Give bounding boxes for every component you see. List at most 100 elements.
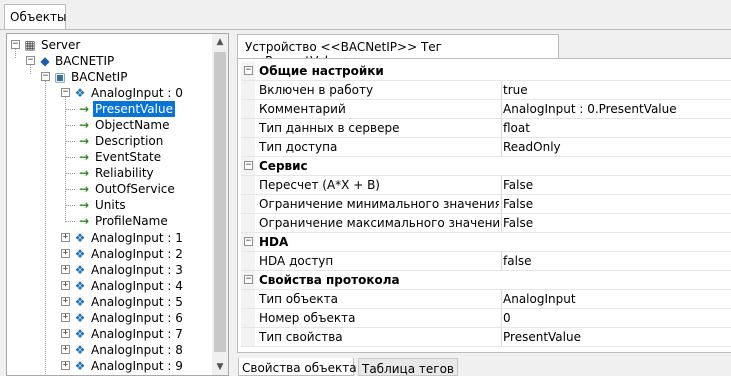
collapse-icon[interactable]: −: [244, 237, 253, 246]
category-protocol[interactable]: − Свойства протокола: [241, 271, 731, 290]
tree-node-object[interactable]: + ❖ AnalogInput : 4: [7, 278, 207, 294]
object-icon: ❖: [74, 343, 86, 357]
property-row[interactable]: Номер объекта 0: [241, 309, 731, 328]
expand-icon[interactable]: +: [61, 313, 70, 322]
tree-node-object[interactable]: + ❖ AnalogInput : 1: [7, 230, 207, 246]
tree-node-property[interactable]: → OutOfService: [7, 181, 207, 197]
scroll-thumb[interactable]: [214, 52, 226, 352]
tree-node-property[interactable]: → ObjectName: [7, 117, 207, 133]
tab-objects[interactable]: Объекты: [4, 4, 66, 30]
property-row[interactable]: Комментарий AnalogInput : 0.PresentValue: [241, 100, 731, 119]
tree-node-device[interactable]: − ▣ BACNetIP: [7, 69, 207, 85]
tree-node-label: Server: [41, 38, 81, 52]
tree-guide: [65, 173, 75, 174]
property-value[interactable]: False: [501, 176, 731, 194]
tab-tag-table[interactable]: Таблица тегов: [358, 358, 458, 376]
tree-guide: [65, 125, 75, 126]
property-row[interactable]: Включен в работу true: [241, 81, 731, 100]
collapse-icon[interactable]: −: [244, 66, 253, 75]
tree-scrollbar[interactable]: ▲ ▼: [212, 34, 228, 375]
property-value[interactable]: float: [501, 119, 731, 137]
tree-node-label: AnalogInput : 5: [91, 295, 183, 309]
tree-node-property[interactable]: → ProfileName: [7, 213, 207, 229]
property-row[interactable]: Пересчет (A*X + B) False: [241, 176, 731, 195]
tree-node-property[interactable]: → EventState: [7, 149, 207, 165]
property-grid[interactable]: − Общие настройки Включен в работу true …: [241, 62, 731, 347]
device-icon: ▣: [54, 70, 66, 84]
tree-node-label: BACNETIP: [55, 54, 115, 68]
property-arrow-icon: →: [78, 118, 90, 132]
expand-icon[interactable]: +: [61, 297, 70, 306]
property-name: Комментарий: [259, 102, 346, 116]
category-hda[interactable]: − HDA: [241, 233, 731, 252]
scroll-up-icon[interactable]: ▲: [212, 34, 228, 50]
object-icon: ❖: [74, 247, 86, 261]
tree-node-label: Description: [95, 134, 164, 148]
collapse-icon[interactable]: −: [61, 88, 70, 97]
expand-icon[interactable]: +: [61, 361, 70, 370]
property-row[interactable]: Тип свойства PresentValue: [241, 328, 731, 347]
property-row[interactable]: Тип данных в сервере float: [241, 119, 731, 138]
expand-icon[interactable]: +: [61, 265, 70, 274]
collapse-icon[interactable]: −: [26, 56, 35, 65]
property-arrow-icon: →: [78, 198, 90, 212]
tree-node-object[interactable]: − ❖ AnalogInput : 0: [7, 85, 207, 101]
property-row[interactable]: Ограничение максимального значения False: [241, 214, 731, 233]
property-value[interactable]: AnalogInput : 0.PresentValue: [501, 100, 731, 118]
tree-node-object[interactable]: + ❖ AnalogInput : 6: [7, 310, 207, 326]
property-row[interactable]: Тип объекта AnalogInput: [241, 290, 731, 309]
tree-node-property[interactable]: → Reliability: [7, 165, 207, 181]
tree-node-object[interactable]: + ❖ AnalogInput : 8: [7, 342, 207, 358]
collapse-icon[interactable]: −: [244, 275, 253, 284]
scroll-down-icon[interactable]: ▼: [212, 359, 228, 375]
property-value[interactable]: AnalogInput: [501, 290, 731, 308]
tree-node-property[interactable]: → PresentValue: [7, 101, 207, 117]
property-value[interactable]: False: [501, 195, 731, 213]
tree-node-object[interactable]: + ❖ AnalogInput : 9: [7, 358, 207, 374]
tree-node-label: AnalogInput : 1: [91, 231, 183, 245]
tree-node-object[interactable]: + ❖ AnalogInput : 7: [7, 326, 207, 342]
tree-node-property[interactable]: → Description: [7, 133, 207, 149]
tree-guide: [65, 221, 75, 222]
expand-icon[interactable]: +: [61, 249, 70, 258]
tree-node-object[interactable]: + ❖ AnalogInput : 2: [7, 246, 207, 262]
expand-icon[interactable]: +: [61, 281, 70, 290]
tree-node-label: AnalogInput : 2: [91, 247, 183, 261]
tree-node-server[interactable]: − ▦ Server: [7, 37, 207, 53]
property-value[interactable]: false: [501, 252, 731, 270]
tree-node-object[interactable]: + ❖ AnalogInput : 3: [7, 262, 207, 278]
property-value[interactable]: PresentValue: [501, 328, 731, 346]
property-value[interactable]: true: [501, 81, 731, 99]
property-row[interactable]: HDA доступ false: [241, 252, 731, 271]
tree-node-property[interactable]: → Units: [7, 197, 207, 213]
property-value[interactable]: ReadOnly: [501, 138, 731, 156]
property-value[interactable]: 0: [501, 309, 731, 327]
object-icon: ❖: [74, 327, 86, 341]
category-service[interactable]: − Сервис: [241, 157, 731, 176]
tree-node-network[interactable]: − ◆ BACNETIP: [7, 53, 207, 69]
tab-object-properties[interactable]: Свойства объекта: [238, 358, 357, 376]
tree-node-label: ProfileName: [95, 214, 168, 228]
expand-icon[interactable]: +: [61, 233, 70, 242]
tree-node-label: Units: [95, 198, 126, 212]
property-row[interactable]: Тип доступа ReadOnly: [241, 138, 731, 157]
tab-device-tag[interactable]: Устройство <<BACNetIP>> Тег <<PresentVal…: [237, 34, 559, 68]
property-arrow-icon: →: [78, 214, 90, 228]
category-general[interactable]: − Общие настройки: [241, 62, 731, 81]
collapse-icon[interactable]: −: [11, 40, 20, 49]
property-name: Тип доступа: [259, 140, 338, 154]
property-value[interactable]: False: [501, 214, 731, 232]
expand-icon[interactable]: +: [61, 345, 70, 354]
category-label: Общие настройки: [259, 64, 384, 78]
object-tree[interactable]: − ▦ Server − ◆ BACNETIP − ▣ BACNetIP − ❖…: [6, 33, 229, 376]
tree-node-object[interactable]: + ❖ AnalogInput : 5: [7, 294, 207, 310]
server-icon: ▦: [24, 38, 36, 52]
collapse-icon[interactable]: −: [244, 161, 253, 170]
tree-guide: [65, 205, 75, 206]
object-icon: ❖: [74, 295, 86, 309]
property-row[interactable]: Ограничение минимального значения False: [241, 195, 731, 214]
collapse-icon[interactable]: −: [41, 72, 50, 81]
category-label: Сервис: [259, 159, 308, 173]
tab-strip-divider: [0, 29, 731, 30]
expand-icon[interactable]: +: [61, 329, 70, 338]
